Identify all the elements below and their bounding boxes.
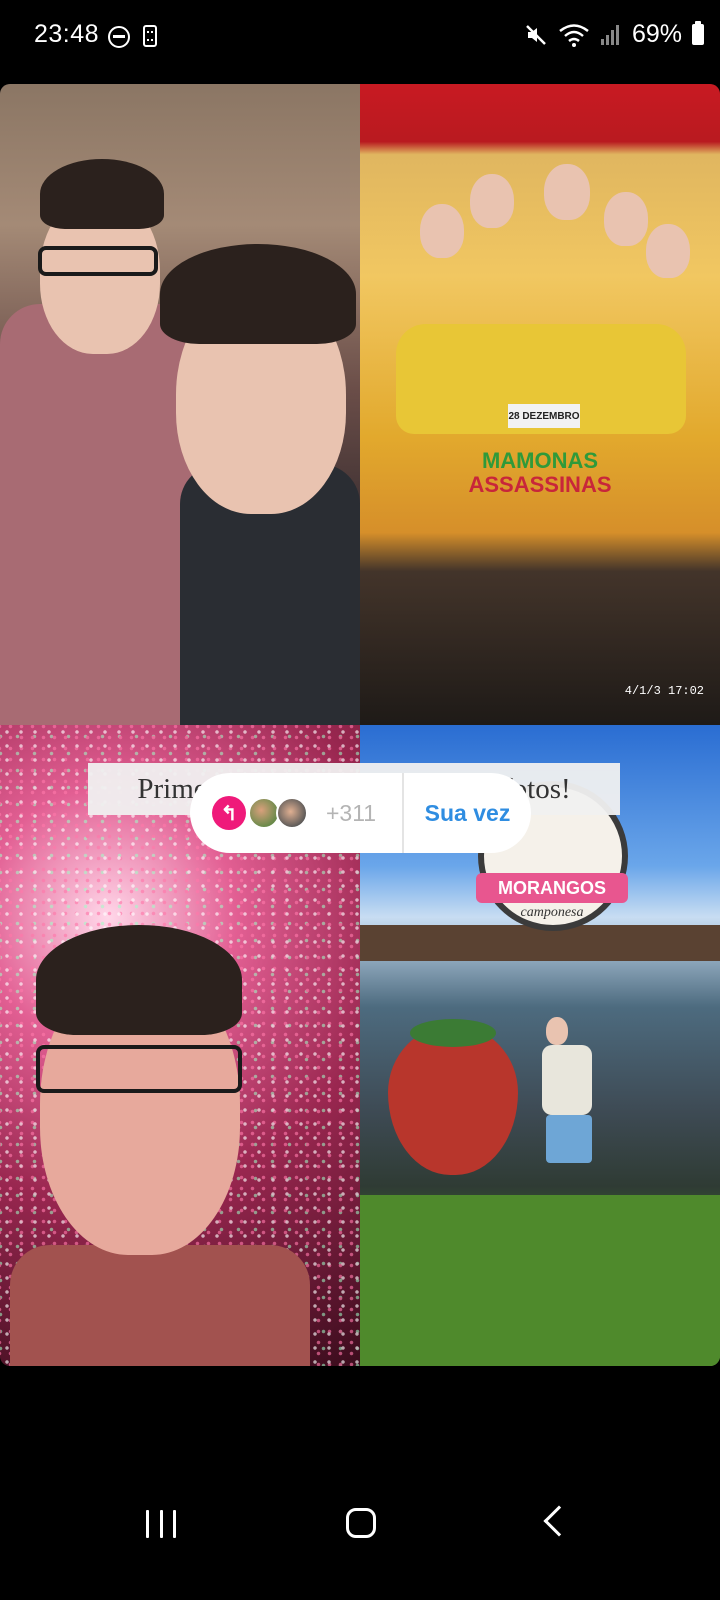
signal-icon [600, 24, 619, 45]
poster-face-5 [646, 224, 690, 278]
shirt-left [0, 304, 200, 725]
participant-avatar [276, 797, 308, 829]
hair-lights [36, 925, 242, 1035]
your-turn-button[interactable]: Sua vez [404, 800, 531, 827]
glasses-lights [36, 1045, 242, 1093]
sim-card-icon [143, 25, 157, 47]
lawn [360, 1195, 720, 1366]
back-button[interactable] [543, 1505, 575, 1537]
photo-movie-poster: MAMONAS ASSASSINAS 28 DEZEMBRO 4/1/3 17:… [360, 84, 720, 725]
reply-arrow-icon: ↰ [212, 796, 246, 830]
poster-face-3 [544, 164, 590, 220]
add-yours-sticker[interactable]: ↰ +311 Sua vez [190, 773, 531, 853]
poster-face-2 [470, 174, 514, 228]
story-collage[interactable]: MAMONAS ASSASSINAS 28 DEZEMBRO 4/1/3 17:… [0, 84, 720, 1366]
poster-face-1 [420, 204, 464, 258]
status-right-group: 69% [524, 20, 704, 49]
home-button[interactable] [346, 1508, 376, 1538]
mute-icon [526, 24, 546, 45]
strawberry-statue [388, 1019, 518, 1175]
hair-left [40, 159, 164, 229]
recents-icon-bar [173, 1510, 176, 1538]
glasses-left [38, 246, 158, 276]
poster-title-line2: ASSASSINAS [468, 472, 612, 497]
person-shirt [542, 1045, 592, 1115]
recents-button[interactable] [146, 1510, 176, 1538]
navigation-bar [0, 1500, 720, 1600]
recents-icon-bar [146, 1510, 149, 1538]
poster-date-plate: 28 DEZEMBRO [508, 404, 580, 428]
shop-roof [360, 925, 720, 961]
recents-icon-bar [159, 1510, 163, 1538]
wifi-icon [559, 23, 589, 47]
photo-timestamp: 4/1/3 17:02 [624, 684, 704, 698]
person-face [546, 1017, 568, 1045]
person-shorts [546, 1115, 592, 1163]
poster-face-4 [604, 192, 648, 246]
poster-title-line1: MAMONAS [481, 448, 599, 473]
battery-percentage: 69% [631, 20, 682, 48]
shirt-lights [10, 1245, 310, 1366]
status-bar: 23:48 69% [0, 0, 720, 74]
photo-selfie-friends [0, 84, 360, 725]
status-time: 23:48 [34, 20, 100, 48]
shop-sign-subtitle: camponesa [520, 905, 584, 920]
do-not-disturb-icon [108, 26, 130, 48]
battery-icon [692, 21, 704, 45]
shop-sign-banner: MORANGOS [476, 873, 628, 903]
participant-count: +311 [326, 799, 377, 826]
add-yours-participants[interactable]: ↰ +311 [190, 773, 402, 853]
hair-right [160, 244, 356, 344]
shop-sign-title: MORANGOS [498, 878, 606, 898]
